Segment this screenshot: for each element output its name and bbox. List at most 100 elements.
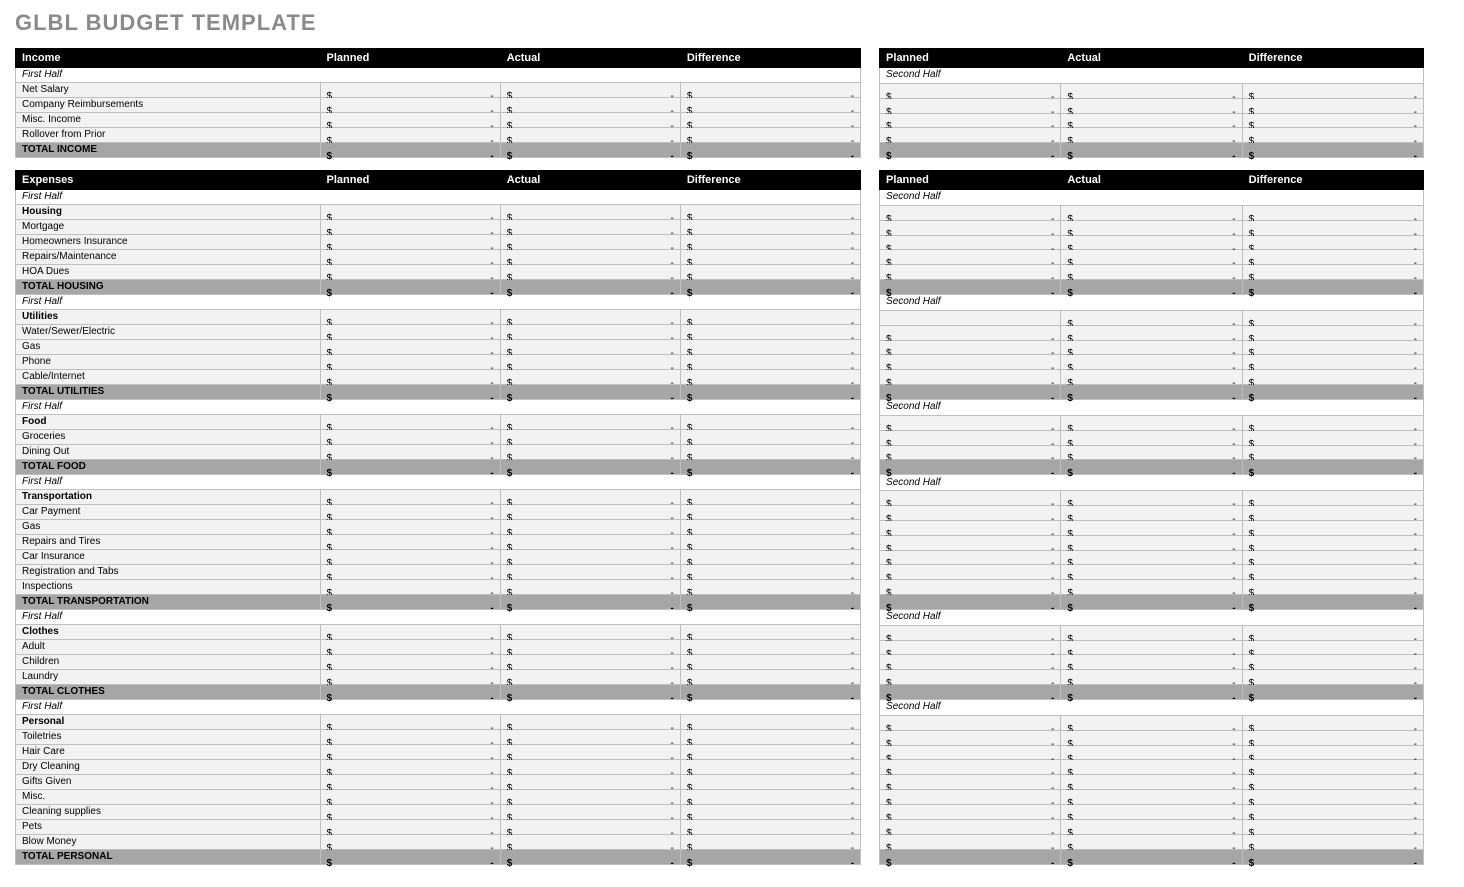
money-cell[interactable]: $- xyxy=(500,535,680,550)
money-cell[interactable]: $- xyxy=(1242,205,1423,220)
money-cell[interactable]: $- xyxy=(1061,640,1242,655)
money-cell[interactable]: $- xyxy=(500,805,680,820)
money-cell[interactable]: $- xyxy=(880,520,1061,535)
money-cell[interactable]: $- xyxy=(500,325,680,340)
money-cell[interactable]: $- xyxy=(320,775,500,790)
money-cell[interactable]: $- xyxy=(500,655,680,670)
money-cell[interactable]: $- xyxy=(500,113,680,128)
money-cell[interactable]: $- xyxy=(880,370,1061,385)
money-cell[interactable]: $- xyxy=(880,415,1061,430)
money-cell[interactable]: $- xyxy=(680,113,860,128)
money-cell[interactable]: $- xyxy=(500,250,680,265)
money-cell[interactable]: $- xyxy=(880,505,1061,520)
money-cell[interactable]: $- xyxy=(1061,580,1242,595)
money-cell[interactable]: $- xyxy=(680,820,860,835)
money-cell[interactable]: $- xyxy=(680,595,860,610)
money-cell[interactable]: $- xyxy=(320,415,500,430)
money-cell[interactable]: $- xyxy=(320,820,500,835)
money-cell[interactable]: $- xyxy=(1242,505,1423,520)
money-cell[interactable]: $- xyxy=(1242,760,1423,775)
money-cell[interactable]: $- xyxy=(680,670,860,685)
money-cell[interactable]: $- xyxy=(1061,655,1242,670)
money-cell[interactable]: $- xyxy=(680,143,860,158)
money-cell[interactable]: $- xyxy=(880,625,1061,640)
money-cell[interactable]: $- xyxy=(500,445,680,460)
money-cell[interactable]: $- xyxy=(880,819,1061,834)
money-cell[interactable]: $- xyxy=(1061,265,1242,280)
money-cell[interactable]: $- xyxy=(320,685,500,700)
money-cell[interactable]: $- xyxy=(500,715,680,730)
money-cell[interactable]: $- xyxy=(880,143,1061,158)
money-cell[interactable]: $- xyxy=(1061,325,1242,340)
money-cell[interactable]: $- xyxy=(1242,625,1423,640)
money-cell[interactable]: $- xyxy=(500,820,680,835)
money-cell[interactable]: $- xyxy=(1061,491,1242,506)
money-cell[interactable]: $- xyxy=(1061,98,1242,113)
money-cell[interactable]: $- xyxy=(1061,775,1242,790)
money-cell[interactable]: $- xyxy=(320,250,500,265)
money-cell[interactable]: $- xyxy=(1242,715,1423,730)
money-cell[interactable]: $- xyxy=(500,640,680,655)
money-cell[interactable]: $- xyxy=(880,280,1061,295)
money-cell[interactable]: $- xyxy=(1061,685,1242,700)
money-cell[interactable]: $- xyxy=(320,850,500,865)
money-cell[interactable]: $- xyxy=(680,520,860,535)
money-cell[interactable]: $- xyxy=(1242,460,1423,475)
money-cell[interactable]: $- xyxy=(500,340,680,355)
money-cell[interactable]: $- xyxy=(1061,849,1242,865)
money-cell[interactable]: $- xyxy=(680,730,860,745)
money-cell[interactable]: $- xyxy=(1061,445,1242,460)
money-cell[interactable]: $- xyxy=(1061,595,1242,610)
money-cell[interactable]: $- xyxy=(680,625,860,640)
money-cell[interactable]: $- xyxy=(680,640,860,655)
money-cell[interactable]: $- xyxy=(680,235,860,250)
money-cell[interactable]: $- xyxy=(320,745,500,760)
money-cell[interactable]: $- xyxy=(1061,550,1242,565)
money-cell[interactable]: $- xyxy=(680,505,860,520)
money-cell[interactable]: $- xyxy=(680,310,860,325)
money-cell[interactable]: $- xyxy=(500,835,680,850)
money-cell[interactable]: $- xyxy=(320,430,500,445)
money-cell[interactable]: $- xyxy=(500,265,680,280)
money-cell[interactable]: $- xyxy=(680,340,860,355)
money-cell[interactable]: $- xyxy=(880,790,1061,805)
money-cell[interactable]: $- xyxy=(500,205,680,220)
money-cell[interactable]: $- xyxy=(880,565,1061,580)
money-cell[interactable]: $- xyxy=(680,805,860,820)
money-cell[interactable]: $- xyxy=(1242,415,1423,430)
money-cell[interactable]: $- xyxy=(320,565,500,580)
money-cell[interactable]: $- xyxy=(1242,265,1423,280)
money-cell[interactable]: $- xyxy=(500,625,680,640)
money-cell[interactable]: $- xyxy=(1242,113,1423,128)
money-cell[interactable]: $- xyxy=(1242,98,1423,113)
money-cell[interactable]: $- xyxy=(500,490,680,505)
money-cell[interactable]: $- xyxy=(1061,250,1242,265)
money-cell[interactable]: $- xyxy=(1061,834,1242,849)
money-cell[interactable]: $- xyxy=(680,205,860,220)
money-cell[interactable]: $- xyxy=(1061,355,1242,370)
money-cell[interactable]: $- xyxy=(680,220,860,235)
money-cell[interactable]: $- xyxy=(320,370,500,385)
money-cell[interactable]: $- xyxy=(500,850,680,865)
money-cell[interactable]: $- xyxy=(500,128,680,143)
money-cell[interactable]: $- xyxy=(1061,280,1242,295)
money-cell[interactable]: $- xyxy=(880,595,1061,610)
money-cell[interactable]: $- xyxy=(880,640,1061,655)
money-cell[interactable]: $- xyxy=(1061,385,1242,400)
money-cell[interactable]: $- xyxy=(1242,143,1423,158)
money-cell[interactable]: $- xyxy=(1061,220,1242,235)
money-cell[interactable]: $- xyxy=(500,143,680,158)
money-cell[interactable]: $- xyxy=(320,128,500,143)
money-cell[interactable]: $- xyxy=(880,730,1061,745)
money-cell[interactable]: $- xyxy=(320,460,500,475)
money-cell[interactable]: $- xyxy=(1242,565,1423,580)
money-cell[interactable]: $- xyxy=(1061,128,1242,143)
money-cell[interactable]: $- xyxy=(680,550,860,565)
money-cell[interactable]: $- xyxy=(500,745,680,760)
money-cell[interactable]: $- xyxy=(1242,280,1423,295)
money-cell[interactable]: $- xyxy=(880,685,1061,700)
money-cell[interactable]: $- xyxy=(320,640,500,655)
money-cell[interactable]: $- xyxy=(680,445,860,460)
money-cell[interactable]: $- xyxy=(320,355,500,370)
money-cell[interactable]: $- xyxy=(1061,83,1242,98)
